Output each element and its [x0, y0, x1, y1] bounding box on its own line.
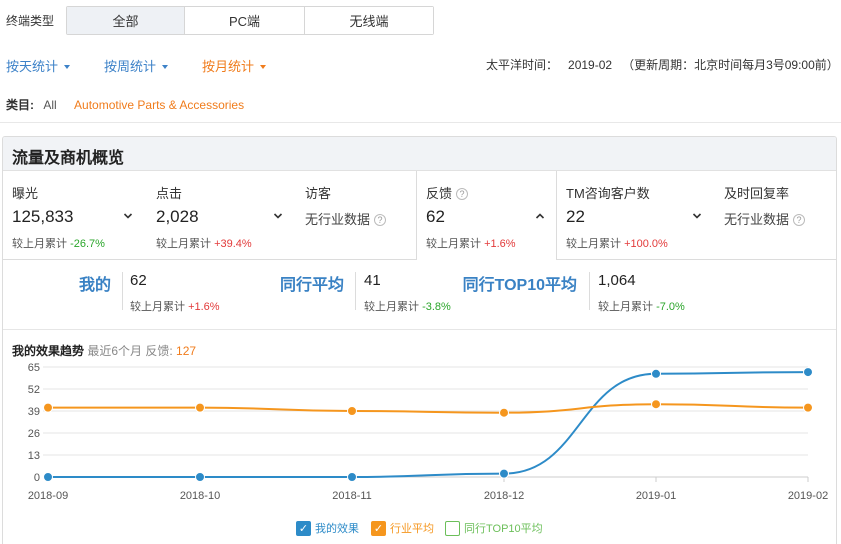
timezone-value: 2019-02: [568, 58, 613, 72]
data-point: [803, 402, 813, 413]
x-tick-label: 2018-09: [28, 490, 68, 502]
terminal-option-mobile[interactable]: 无线端: [305, 7, 433, 34]
data-point: [347, 472, 357, 482]
data-point: [195, 402, 205, 413]
timezone-label: 太平洋时间：: [486, 58, 559, 72]
data-point: [499, 468, 509, 479]
terminal-option-pc[interactable]: PC端: [185, 7, 305, 34]
terminal-type-selector: 全部 PC端 无线端: [66, 6, 434, 35]
period-tab-weekly[interactable]: 按周统计: [104, 56, 169, 75]
y-tick-label: 65: [28, 362, 40, 374]
trend-chart: 0 13 26 39 52 65 2018-09 2018-10 2018-11 2018-12 2…: [28, 362, 828, 502]
category-current[interactable]: Automotive Parts & Accessories: [74, 98, 244, 112]
period-tab-daily[interactable]: 按天统计: [6, 56, 71, 75]
y-tick-label: 39: [28, 406, 40, 418]
update-cycle-note: （更新周期：北京时间每月3号09:00前）: [622, 58, 839, 72]
timezone-info: 太平洋时间： 2019-02 （更新周期：北京时间每月3号09:00前）: [486, 56, 841, 73]
caret-down-icon: [260, 64, 267, 69]
data-point: [499, 407, 509, 418]
caret-down-icon: [162, 64, 169, 69]
period-tab-label: 按周统计: [104, 59, 157, 74]
x-tick-label: 2019-01: [636, 490, 676, 502]
y-tick-label: 0: [34, 472, 40, 484]
divider: [0, 122, 841, 123]
period-tab-label: 按天统计: [6, 59, 59, 74]
y-tick-label: 52: [28, 384, 40, 396]
terminal-option-all[interactable]: 全部: [67, 7, 185, 34]
data-point: [43, 472, 53, 482]
series-line-0: [48, 371, 809, 479]
period-tab-monthly[interactable]: 按月统计: [202, 56, 267, 75]
caret-down-icon: [64, 64, 71, 69]
overview-panel: 流量及商机概览 曝光 125,833 较上月累计 -26.7% 点击 2,028…: [2, 136, 837, 544]
data-point: [651, 368, 661, 379]
checkbox-checked-icon[interactable]: ✓: [296, 520, 311, 536]
x-tick-label: 2018-12: [484, 490, 524, 502]
x-tick-label: 2018-10: [180, 490, 220, 502]
category-all-link[interactable]: All: [43, 98, 56, 112]
legend-item-top10-avg[interactable]: 同行TOP10平均: [445, 520, 543, 536]
x-tick-label: 2019-02: [788, 490, 828, 502]
data-point: [347, 406, 357, 416]
category-label: 类目:: [6, 98, 34, 112]
legend-label: 我的效果: [315, 523, 359, 535]
data-point: [803, 367, 813, 378]
checkbox-checked-icon[interactable]: ✓: [371, 520, 386, 536]
y-tick-label: 26: [28, 428, 40, 440]
category-filter: 类目: All Automotive Parts & Accessories: [6, 96, 244, 113]
y-tick-label: 13: [28, 450, 40, 462]
data-point: [43, 402, 53, 413]
legend-item-mine[interactable]: ✓ 我的效果: [296, 520, 359, 536]
checkbox-unchecked-icon[interactable]: [445, 520, 460, 536]
data-point: [651, 399, 661, 410]
data-point: [195, 472, 205, 482]
terminal-type-label: 终端类型: [6, 14, 55, 28]
legend-label: 行业平均: [390, 523, 434, 535]
legend-label: 同行TOP10平均: [464, 523, 543, 535]
period-tab-label: 按月统计: [202, 59, 255, 74]
x-tick-label: 2018-11: [332, 490, 372, 502]
legend-item-industry-avg[interactable]: ✓ 行业平均: [371, 520, 434, 536]
